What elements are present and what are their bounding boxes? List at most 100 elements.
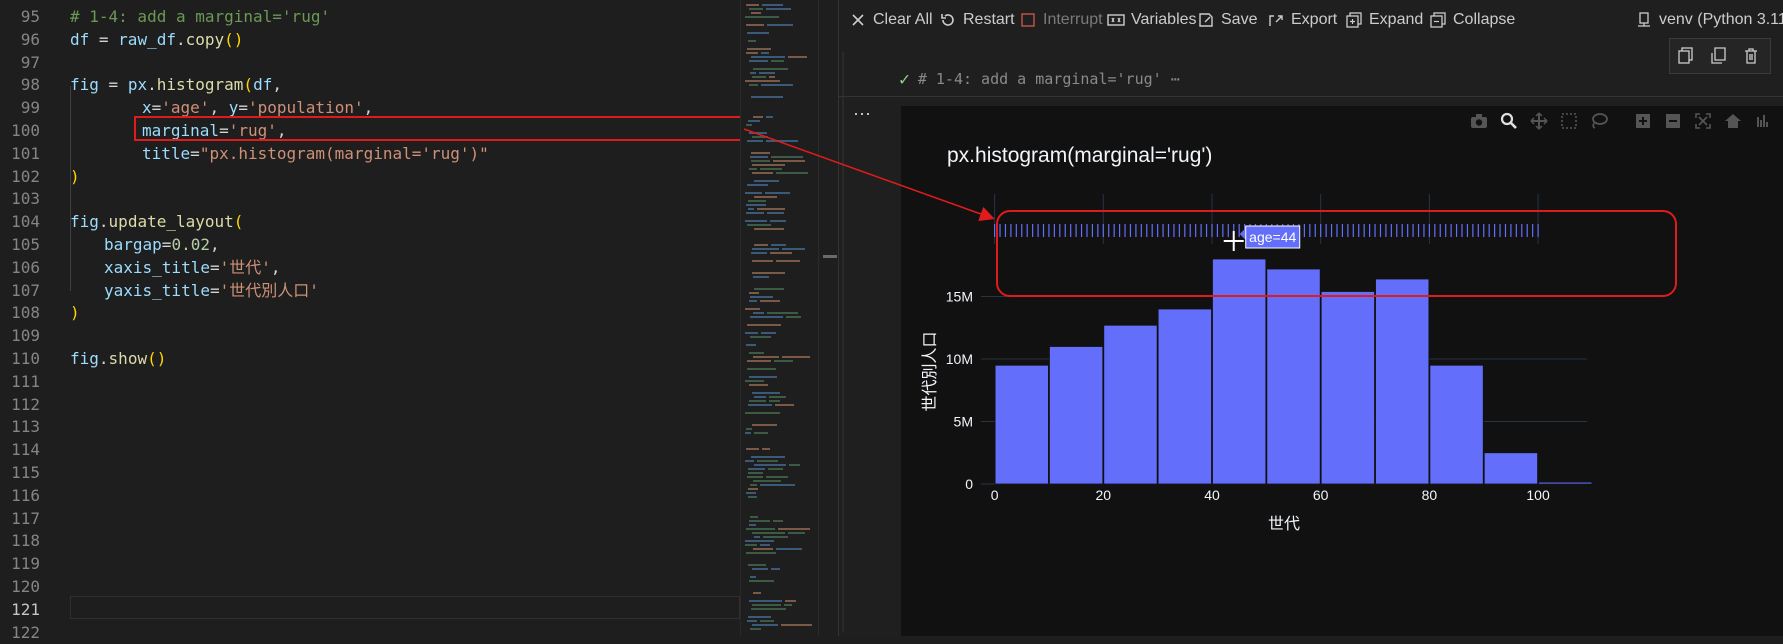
- delete-icon[interactable]: [1744, 47, 1762, 65]
- more-actions-button[interactable]: ⋯: [853, 104, 872, 125]
- minimap-line: [748, 488, 758, 490]
- expand-label: Expand: [1369, 11, 1424, 28]
- collapse-button[interactable]: Collapse: [1429, 8, 1515, 32]
- code-line[interactable]: 102): [0, 165, 740, 188]
- minimap-line: [746, 52, 758, 54]
- histogram-bar: [1375, 278, 1430, 485]
- code-line[interactable]: 110 fig.show(): [0, 347, 740, 370]
- expand-button[interactable]: Expand: [1345, 8, 1423, 32]
- code-line[interactable]: 118: [0, 529, 740, 552]
- minimap-line: [760, 484, 795, 486]
- autoscale-icon[interactable]: [1692, 110, 1714, 132]
- stop-icon: [1019, 11, 1037, 29]
- code-line[interactable]: 108): [0, 301, 740, 324]
- scroll-thumb[interactable]: [823, 255, 837, 258]
- minimap-line: [753, 356, 779, 358]
- code-token: x: [142, 98, 152, 118]
- minimap-line: [766, 140, 798, 142]
- restart-button[interactable]: Restart: [939, 8, 1015, 32]
- save-button[interactable]: Save: [1197, 8, 1257, 32]
- code-line[interactable]: 97: [0, 51, 740, 74]
- code-line[interactable]: 115: [0, 461, 740, 484]
- line-number: 120: [11, 577, 40, 596]
- editor-scrollbar[interactable]: [818, 0, 839, 636]
- code-text: ): [70, 301, 80, 324]
- minimap-line: [748, 468, 765, 470]
- minimap-line: [748, 616, 771, 618]
- histogram-chart[interactable]: 05M10M15M0 20 40 60 80 100世代世代別人口age=44: [901, 106, 1783, 636]
- minimap-line: [752, 76, 766, 78]
- minimap-line: [745, 540, 774, 542]
- code-token: ): [70, 303, 80, 323]
- kernel-picker[interactable]: venv (Python 3.11: [1635, 8, 1783, 32]
- export-button[interactable]: Export: [1267, 8, 1337, 32]
- code-line[interactable]: 101 title="px.histogram(marginal='rug')": [0, 142, 740, 165]
- pan-icon[interactable]: [1528, 110, 1550, 132]
- save-icon: [1197, 11, 1215, 29]
- code-token: =: [209, 257, 220, 277]
- line-number: 96: [20, 29, 40, 49]
- code-line[interactable]: 113: [0, 415, 740, 438]
- code-line[interactable]: 119: [0, 552, 740, 575]
- minimap[interactable]: [740, 0, 819, 636]
- minimap-line: [781, 624, 812, 626]
- code-token: copy: [185, 29, 225, 49]
- code-line[interactable]: 107 yaxis_title='世代別人口': [0, 279, 740, 302]
- copy-icon[interactable]: [1678, 47, 1696, 65]
- interrupt-button[interactable]: Interrupt: [1019, 8, 1103, 32]
- cell-toolbar: [1669, 38, 1771, 74]
- minimap-line: [760, 544, 770, 546]
- minimap-line: [753, 276, 769, 278]
- camera-icon[interactable]: [1468, 110, 1490, 132]
- minimap-line: [773, 520, 783, 522]
- minimap-line: [773, 160, 805, 162]
- zoom-in-icon[interactable]: [1632, 110, 1654, 132]
- plotly-logo-icon[interactable]: [1752, 110, 1774, 132]
- code-line[interactable]: 95 # 1-4: add a marginal='rug': [0, 5, 740, 28]
- code-line[interactable]: 120: [0, 575, 740, 598]
- code-line[interactable]: 98 fig = px.histogram(df,: [0, 73, 740, 96]
- code-token: df: [253, 75, 273, 95]
- cell-status[interactable]: ✓ # 1-4: add a marginal='rug' ⋯: [899, 66, 1180, 92]
- code-line[interactable]: 117: [0, 507, 740, 530]
- code-line[interactable]: 104 fig.update_layout(: [0, 210, 740, 233]
- code-line[interactable]: 111: [0, 370, 740, 393]
- minimap-line: [776, 172, 808, 174]
- minimap-line: [749, 600, 782, 602]
- code-line[interactable]: 114: [0, 438, 740, 461]
- goto-code-icon[interactable]: [1711, 47, 1729, 65]
- cell-divider: [839, 96, 1783, 97]
- line-number: 101: [11, 143, 40, 163]
- minimap-line: [751, 12, 761, 14]
- code-line[interactable]: 96 df = raw_df.copy(): [0, 28, 740, 51]
- box-select-icon[interactable]: [1558, 110, 1580, 132]
- code-line[interactable]: 105 bargap=0.02,: [0, 233, 740, 256]
- plotly-figure[interactable]: 0 5M 10M 15M 0 20 40 60 80 100 世代 世代別人口 age=44 px.hi…: [901, 106, 1783, 636]
- code-editor[interactable]: 95 # 1-4: add a marginal='rug' 96 df = raw_…: [0, 0, 744, 642]
- variables-button[interactable]: Variables: [1107, 8, 1197, 32]
- code-line[interactable]: 103: [0, 187, 740, 210]
- code-token: xaxis_title: [104, 257, 210, 277]
- code-line[interactable]: 122: [0, 621, 740, 644]
- interrupt-label: Interrupt: [1043, 11, 1103, 28]
- minimap-line: [748, 200, 766, 202]
- line-number: 118: [11, 531, 40, 551]
- y-tick-label: 5M: [954, 414, 973, 430]
- line-number: 121: [11, 599, 40, 619]
- code-token: 0.02: [171, 235, 210, 254]
- code-text: fig.show(): [70, 347, 166, 370]
- clear-all-button[interactable]: Clear All: [849, 8, 933, 32]
- code-line[interactable]: 112: [0, 393, 740, 416]
- minimap-line: [753, 592, 761, 594]
- minimap-line: [749, 376, 777, 378]
- code-line[interactable]: 106 xaxis_title='世代',: [0, 256, 740, 279]
- code-line[interactable]: 109: [0, 324, 740, 347]
- zoom-out-icon[interactable]: [1662, 110, 1684, 132]
- minimap-line: [760, 300, 780, 302]
- code-line[interactable]: 116: [0, 484, 740, 507]
- reset-axes-icon[interactable]: [1722, 110, 1744, 132]
- zoom-icon[interactable]: [1498, 110, 1520, 132]
- code-token: fig: [70, 212, 99, 232]
- minimap-line: [754, 396, 766, 398]
- lasso-select-icon[interactable]: [1588, 110, 1610, 132]
